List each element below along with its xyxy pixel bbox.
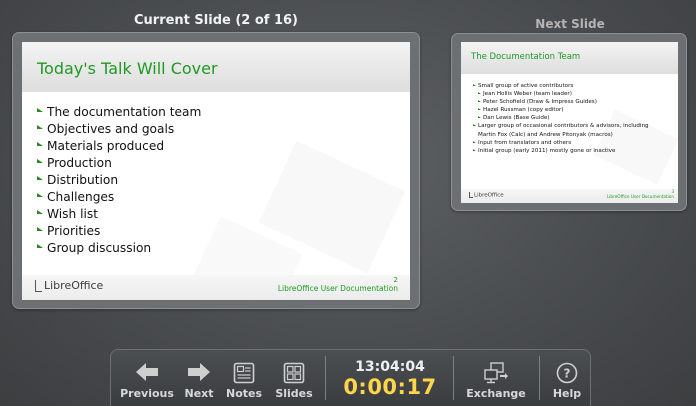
next-slide-preview[interactable]: The Documentation Team Small group of ac…: [461, 42, 678, 203]
notes-label: Notes: [225, 387, 263, 400]
slide-page-number: 2: [393, 276, 398, 284]
list-item: Materials produced: [37, 138, 201, 155]
bullet-text: Small group of active contributors: [478, 83, 574, 89]
list-item: Hazel Russman (copy editor): [473, 106, 649, 114]
libreoffice-logo-icon: [35, 280, 42, 292]
current-slide-title: Today's Talk Will Cover: [37, 59, 218, 78]
bullet-text: Initial group (early 2011) mostly gone o…: [478, 147, 616, 154]
bullet-icon: [37, 227, 43, 231]
previous-label: Previous: [120, 387, 174, 400]
bullet-text: Production: [47, 156, 112, 170]
libreoffice-logo: LibreOffice: [35, 279, 103, 292]
bullet-text: Wish list: [47, 207, 99, 221]
next-slide-bullets: Small group of active contributors Jean …: [473, 82, 649, 155]
bullet-icon: [478, 116, 481, 119]
list-item: Jean Hollis Weber (team leader): [473, 90, 649, 98]
presenter-toolbar: Previous Next Notes Slides 13:04:04 0:00…: [110, 349, 591, 406]
bullet-text: Jean Hollis Weber (team leader): [483, 91, 572, 98]
exchange-screens-icon: [483, 362, 509, 388]
current-slide-preview[interactable]: Today's Talk Will Cover The documentatio…: [22, 42, 410, 300]
help-label: Help: [552, 387, 582, 400]
toolbar-divider: [453, 356, 454, 400]
list-item: Input from translators and others: [473, 139, 649, 147]
libreoffice-logo-icon: [469, 192, 473, 198]
elapsed-timer[interactable]: 0:00:17: [329, 375, 451, 399]
exchange-label: Exchange: [466, 387, 526, 400]
next-slide-title: The Documentation Team: [471, 52, 581, 62]
list-item: Martin Fox (Calc) and Andrew Pitonyak (m…: [473, 131, 649, 139]
bullet-text: Objectives and goals: [47, 122, 175, 136]
bullet-text: Materials produced: [47, 139, 165, 153]
bullet-icon: [37, 210, 43, 214]
list-item: Peter Schofield (Draw & Impress Guides): [473, 98, 649, 106]
clock-display: 13:04:04: [355, 359, 425, 375]
current-slide-heading: Current Slide (2 of 16): [133, 13, 298, 28]
slide-footer-text: LibreOffice User Documentation: [606, 194, 674, 199]
bullet-icon: [37, 244, 43, 248]
bullet-icon: [37, 108, 43, 112]
bullet-text: Larger group of occasional contributors …: [478, 123, 649, 130]
slides-button[interactable]: Slides: [271, 350, 317, 406]
list-item: Distribution: [37, 172, 201, 189]
logo-text: LibreOffice: [474, 192, 504, 199]
toolbar-divider: [539, 356, 540, 400]
next-slide-frame[interactable]: The Documentation Team Small group of ac…: [451, 33, 687, 211]
list-item: The documentation team: [37, 104, 201, 121]
bullet-icon: [473, 148, 476, 151]
bullet-text: Distribution: [47, 173, 119, 187]
bullet-icon: [37, 176, 43, 180]
list-item: Priorities: [37, 223, 201, 240]
slides-grid-icon: [283, 362, 305, 388]
exchange-button[interactable]: Exchange: [461, 350, 531, 406]
bullet-text: Peter Schofield (Draw & Impress Guides): [483, 99, 597, 106]
next-label: Next: [184, 387, 214, 400]
list-item: Initial group (early 2011) mostly gone o…: [473, 147, 649, 155]
arrow-right-icon: [187, 362, 211, 386]
next-slide-heading: Next Slide: [535, 17, 605, 31]
bullet-icon: [37, 142, 43, 146]
list-item: Group discussion: [37, 240, 201, 257]
next-button[interactable]: Next: [179, 350, 219, 406]
bullet-icon: [37, 159, 43, 163]
previous-button[interactable]: Previous: [115, 350, 179, 406]
list-item: Dan Lewis (Base Guide): [473, 114, 649, 122]
arrow-left-icon: [135, 362, 159, 386]
logo-text: LibreOffice: [44, 279, 104, 292]
list-item: Wish list: [37, 206, 201, 223]
bullet-icon: [478, 108, 481, 111]
toolbar-divider: [325, 356, 326, 400]
svg-text:?: ?: [564, 367, 571, 381]
slide-footer: LibreOffice 3 LibreOffice User Documenta…: [461, 189, 678, 203]
slide-footer-text: LibreOffice User Documentation: [277, 284, 398, 293]
bullet-icon: [473, 140, 476, 143]
list-item: Challenges: [37, 189, 201, 206]
help-question-icon: ?: [556, 362, 578, 388]
bullet-text: Input from translators and others: [478, 139, 572, 146]
bullet-text: The documentation team: [47, 105, 202, 119]
slides-label: Slides: [275, 387, 313, 400]
bullet-text: Priorities: [47, 224, 101, 238]
current-slide-bullets: The documentation team Objectives and go…: [37, 104, 201, 257]
list-item: Objectives and goals: [37, 121, 201, 138]
slide-footer: LibreOffice 2 LibreOffice User Documenta…: [22, 275, 410, 300]
bullet-text: Martin Fox (Calc) and Andrew Pitonyak (m…: [478, 131, 613, 138]
current-slide-frame[interactable]: Today's Talk Will Cover The documentatio…: [12, 32, 420, 309]
bullet-icon: [478, 92, 481, 95]
list-item: Larger group of occasional contributors …: [473, 122, 649, 130]
notes-button[interactable]: Notes: [221, 350, 267, 406]
list-item: Small group of active contributors: [473, 82, 649, 90]
libreoffice-logo: LibreOffice: [469, 192, 504, 199]
notes-icon: [233, 362, 255, 388]
bullet-text: Hazel Russman (copy editor): [483, 107, 564, 114]
bullet-text: Challenges: [47, 190, 115, 204]
help-button[interactable]: ? Help: [545, 350, 589, 406]
bullet-icon: [473, 84, 476, 86]
bullet-icon: [37, 193, 43, 197]
list-item: Production: [37, 155, 201, 172]
bullet-icon: [37, 125, 43, 129]
bullet-text: Dan Lewis (Base Guide): [483, 115, 550, 122]
bullet-icon: [478, 100, 481, 103]
bullet-text: Group discussion: [47, 241, 152, 255]
bullet-icon: [473, 124, 476, 127]
